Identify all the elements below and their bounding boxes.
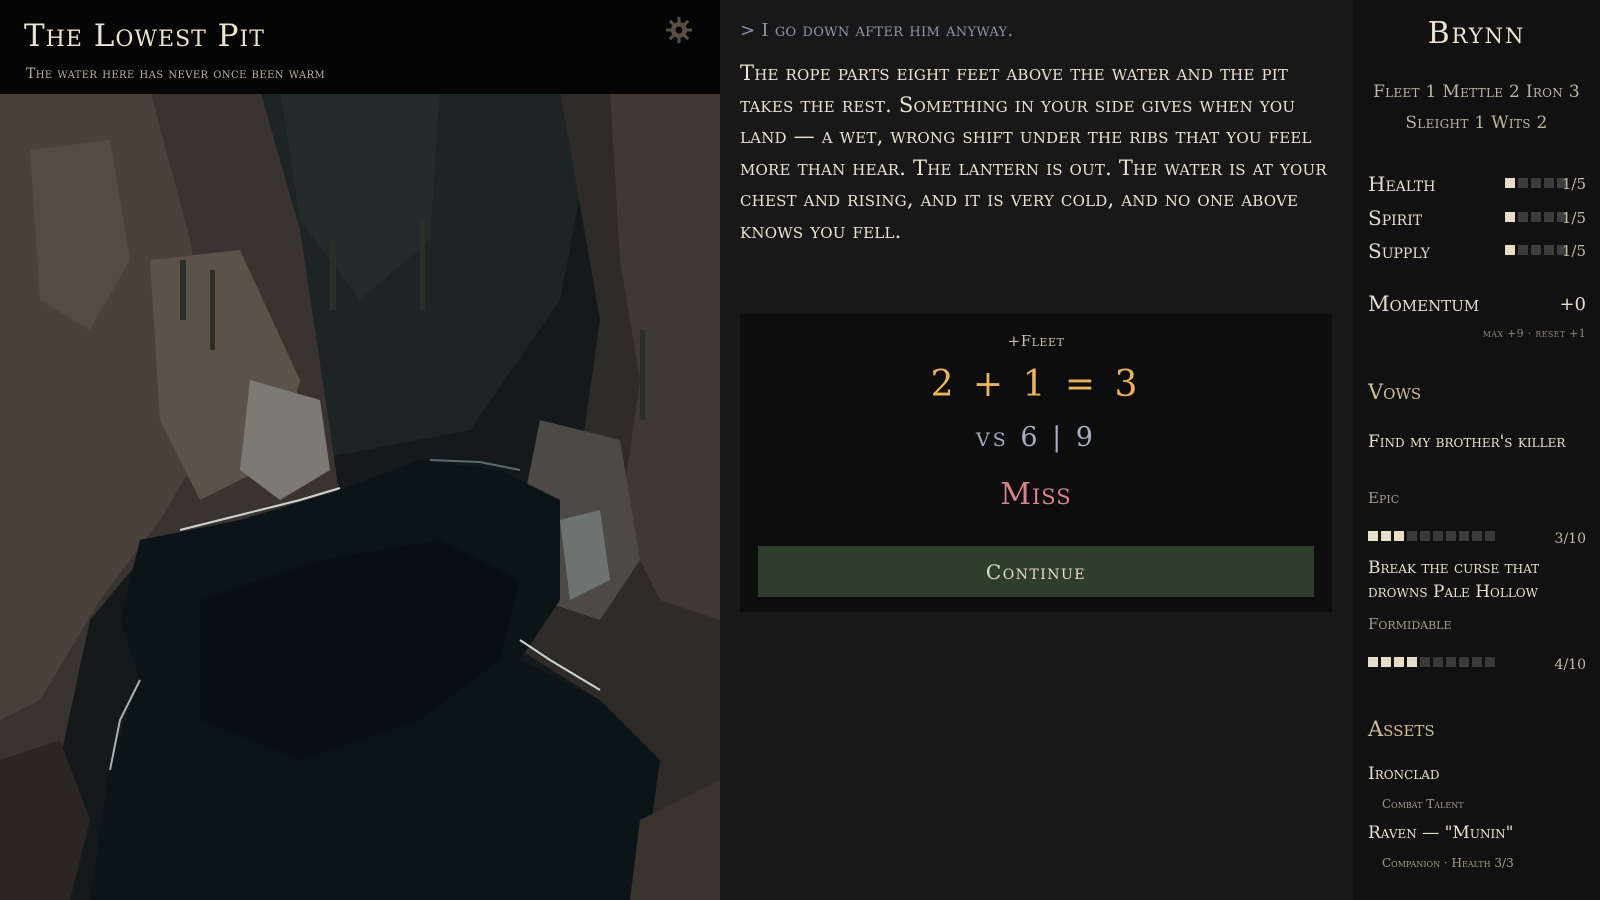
meter-value: 1/5 — [1561, 175, 1586, 193]
meter-pip — [1531, 212, 1541, 222]
meter-pips — [1505, 212, 1567, 222]
momentum-label: Momentum — [1368, 292, 1480, 316]
player-action-echo: > I go down after him anyway. — [740, 20, 1014, 41]
character-name: Brynn — [1427, 16, 1526, 51]
meter-pip — [1518, 245, 1528, 255]
meter-pips — [1505, 178, 1567, 188]
meter-pip — [1505, 245, 1515, 255]
progress-box — [1394, 657, 1404, 667]
progress-box — [1459, 531, 1469, 541]
gear-icon[interactable] — [665, 16, 693, 44]
meter-pip — [1531, 245, 1541, 255]
meter-label: Health — [1368, 172, 1436, 196]
roll-outcome: Miss — [1000, 477, 1072, 512]
character-sheet: Brynn Fleet 1 Mettle 2 Iron 3 Sleight 1 … — [1353, 0, 1600, 900]
assets-heading: Assets — [1368, 717, 1435, 741]
progress-box — [1485, 531, 1495, 541]
meter-health: Health 1/5 — [1368, 172, 1586, 196]
vow-rank: Formidable — [1368, 615, 1452, 633]
narrative-text: The rope parts eight feet above the wate… — [740, 61, 1327, 243]
progress-box — [1433, 531, 1443, 541]
meter-pip — [1518, 212, 1528, 222]
progress-box — [1433, 657, 1443, 667]
roll-action-sum: 2 + 1 = 3 — [930, 364, 1142, 405]
vow-title: Find my brother's killer — [1368, 432, 1566, 452]
scene-title: The Lowest Pit — [24, 18, 265, 54]
progress-box — [1446, 531, 1456, 541]
stats-line-secondary: Sleight 1 Wits 2 — [1405, 113, 1548, 133]
meter-pip — [1505, 212, 1515, 222]
cave-pit-illustration — [0, 0, 720, 900]
vows-heading: Vows — [1368, 380, 1422, 404]
progress-box — [1394, 531, 1404, 541]
progress-box — [1381, 657, 1391, 667]
roll-challenge-dice: vs 6 | 9 — [976, 422, 1096, 453]
asset-name: Ironclad — [1368, 764, 1440, 784]
meter-label: Spirit — [1368, 206, 1423, 230]
meter-pip — [1505, 178, 1515, 188]
progress-box — [1420, 531, 1430, 541]
asset-subtitle: Combat Talent — [1382, 797, 1464, 811]
asset-subtitle: Companion · Health 3/3 — [1382, 856, 1514, 870]
progress-box — [1446, 657, 1456, 667]
progress-box — [1368, 657, 1378, 667]
momentum-value: +0 — [1559, 294, 1586, 315]
continue-button[interactable]: Continue — [758, 546, 1314, 597]
progress-box — [1472, 657, 1482, 667]
story-panel: > I go down after him anyway. The rope p… — [720, 0, 1353, 900]
progress-box — [1485, 657, 1495, 667]
vow-progress-track — [1368, 531, 1495, 541]
progress-box — [1459, 657, 1469, 667]
vow-title: Break the curse that drowns Pale Hollow — [1368, 558, 1540, 602]
vow-progress-value: 4/10 — [1554, 657, 1586, 673]
scene-subtitle: The water here has never once been warm — [26, 66, 326, 82]
stats-line-primary: Fleet 1 Mettle 2 Iron 3 — [1373, 82, 1580, 102]
meter-pips — [1505, 245, 1567, 255]
meter-spirit: Spirit 1/5 — [1368, 206, 1586, 230]
meter-value: 1/5 — [1561, 209, 1586, 227]
progress-box — [1381, 531, 1391, 541]
scene-panel: The Lowest Pit The water here has never … — [0, 0, 720, 900]
meter-supply: Supply 1/5 — [1368, 239, 1586, 263]
game-window: The Lowest Pit The water here has never … — [0, 0, 1600, 900]
progress-box — [1472, 531, 1482, 541]
vow-progress-value: 3/10 — [1554, 531, 1586, 547]
meter-pip — [1531, 178, 1541, 188]
roll-stat-label: +Fleet — [1007, 332, 1065, 350]
vow-progress-track — [1368, 657, 1495, 667]
momentum-limits: max +9 · reset +1 — [1482, 327, 1586, 340]
meter-pip — [1544, 245, 1554, 255]
meter-pip — [1518, 178, 1528, 188]
meter-pip — [1544, 212, 1554, 222]
scene-header: The Lowest Pit The water here has never … — [0, 0, 720, 94]
progress-box — [1420, 657, 1430, 667]
progress-box — [1407, 657, 1417, 667]
asset-name: Raven — "Munin" — [1368, 823, 1514, 843]
progress-box — [1407, 531, 1417, 541]
meter-value: 1/5 — [1561, 242, 1586, 260]
progress-box — [1368, 531, 1378, 541]
vow-rank: Epic — [1368, 489, 1400, 507]
roll-result-box: +Fleet 2 + 1 = 3 vs 6 | 9 Miss Continue — [740, 314, 1332, 612]
meter-pip — [1544, 178, 1554, 188]
meter-label: Supply — [1368, 239, 1430, 263]
